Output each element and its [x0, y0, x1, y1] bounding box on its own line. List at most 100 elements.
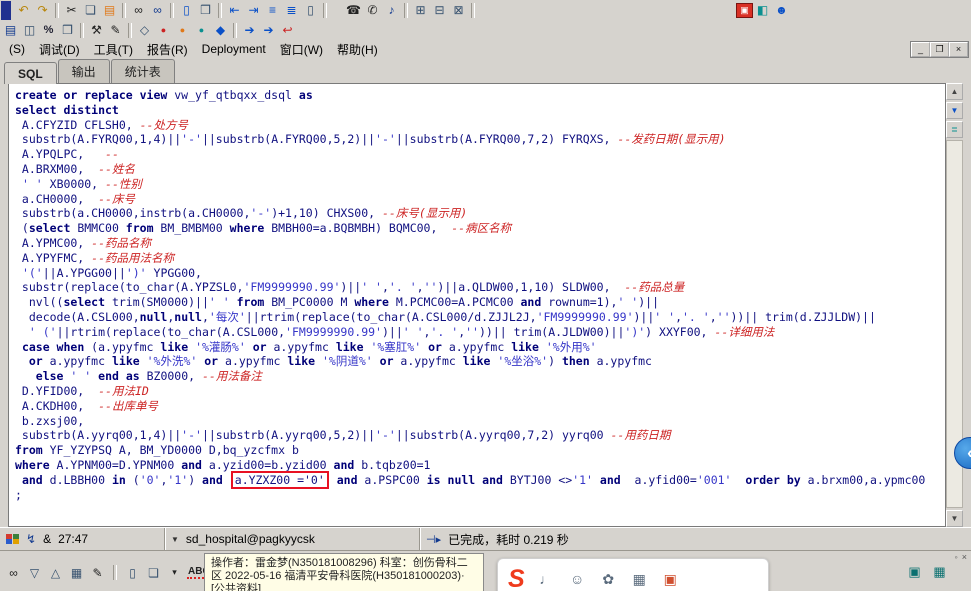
code-line[interactable]: b.zxsj00, [15, 414, 945, 429]
phone-icon[interactable]: ☎ [344, 2, 363, 19]
outdent-icon[interactable]: ⇤ [225, 2, 244, 19]
align-block-icon[interactable]: ≣ [282, 2, 301, 19]
code-line[interactable]: substrb(A.FYRQ00,1,4)||'-'||substrb(A.FY… [15, 132, 945, 147]
dropdown-caret-icon[interactable]: ▾ [166, 564, 183, 581]
red-dot-icon[interactable]: ● [154, 22, 173, 39]
grid-cross-icon[interactable]: ⊠ [449, 2, 468, 19]
menu-item-help[interactable]: 帮助(H) [330, 40, 385, 59]
code-line[interactable]: substrb(a.CH0000,instrb(a.CH0000,'-')+1,… [15, 206, 945, 221]
code-line[interactable]: A.YPMC00, --药品名称 [15, 236, 945, 251]
code-line[interactable]: '('||A.YPGG00||')' YPGG00, [15, 266, 945, 281]
tray-icon-2[interactable]: ▦ [930, 563, 949, 580]
printer-icon[interactable]: ▤ [1, 22, 20, 39]
code-line[interactable]: (select BMMC00 from BM_BMBM00 where BMBH… [15, 221, 945, 236]
tab-statistics[interactable]: 统计表 [110, 59, 175, 83]
scroll-down-button[interactable]: ▼ [946, 510, 963, 527]
tab-output[interactable]: 输出 [57, 59, 110, 83]
skin-icon[interactable]: ✿ [599, 571, 618, 588]
user-icon[interactable]: ☻ [772, 2, 791, 19]
restore-button[interactable]: ❐ [930, 41, 949, 57]
scroll-up-button[interactable]: ▲ [946, 83, 963, 100]
nav-down-icon[interactable]: ▼ [946, 102, 963, 119]
code-line[interactable]: A.YPYFMC, --药品用法名称 [15, 251, 945, 266]
menu-item-session[interactable]: (S) [2, 41, 32, 57]
cut-icon[interactable]: ✂ [62, 2, 81, 19]
code-line[interactable]: or a.ypyfmc like '%外洗%' or a.ypyfmc like… [15, 354, 945, 369]
tab-sql[interactable]: SQL [4, 62, 57, 84]
sogou-logo[interactable]: S [508, 566, 525, 591]
blue-diamond-icon[interactable]: ◆ [211, 22, 230, 39]
code-line[interactable]: and d.LBBH00 in ('0','1') and a.YZXZ00 =… [15, 470, 945, 489]
code-line[interactable]: nvl((select trim(SM0000)||' ' from BM_PC… [15, 295, 945, 310]
doc-copy-icon[interactable]: ❏ [145, 564, 162, 581]
find-icon[interactable]: ∞ [129, 2, 148, 19]
pin-icon[interactable]: ◦ [955, 552, 958, 562]
triangle-up-icon[interactable]: △ [47, 564, 64, 581]
code-line[interactable]: substr(replace(to_char(A.YPZSL0,'FM99999… [15, 280, 945, 295]
toggle-icon[interactable]: ◧ [753, 2, 772, 19]
menu-item-window[interactable]: 窗口(W) [273, 40, 330, 59]
step-arrow-icon[interactable]: ➔ [259, 22, 278, 39]
undo-icon[interactable]: ↶ [14, 2, 33, 19]
code-line[interactable]: case when (a.ypyfmc like '%灌肠%' or a.ypy… [15, 340, 945, 355]
align-left-icon[interactable]: ≡ [263, 2, 282, 19]
rollback-arrow-icon[interactable]: ↩ [278, 22, 297, 39]
menu-item-report[interactable]: 报告(R) [140, 40, 195, 59]
stack-icon[interactable]: ≣ [946, 121, 963, 138]
code-area[interactable]: create or replace view vw_yf_qtbqxx_dsql… [8, 83, 946, 527]
pencil-icon[interactable]: ✎ [106, 22, 125, 39]
export-doc-icon[interactable]: ▯ [177, 2, 196, 19]
indent-icon[interactable]: ⇥ [244, 2, 263, 19]
teal-dot-icon[interactable]: ● [192, 22, 211, 39]
code-line[interactable]: ' ' XB0000, --性别 [15, 177, 945, 192]
face-icon[interactable]: ☺ [568, 571, 587, 588]
grid-view-icon[interactable]: ⊞ [411, 2, 430, 19]
paste-icon[interactable]: ▤ [100, 2, 119, 19]
book-icon[interactable]: ❒ [58, 22, 77, 39]
speaker-icon[interactable]: ♪ [382, 2, 401, 19]
tray-icon-1[interactable]: ▣ [905, 563, 924, 580]
code-line[interactable]: A.YPQLPC, -- [15, 147, 945, 162]
copy-icon[interactable]: ❏ [81, 2, 100, 19]
code-line[interactable]: a.CH0000, --床号 [15, 192, 945, 207]
code-line[interactable]: from YF_YZYPSQ A, BM_YD0000 D,bq_yzcfmx … [15, 443, 945, 458]
callback-icon[interactable]: ✆ [363, 2, 382, 19]
stop-icon[interactable]: ▣ [736, 2, 753, 18]
binoculars-icon[interactable]: ∞ [5, 564, 22, 581]
menu-item-tools[interactable]: 工具(T) [87, 40, 140, 59]
menu-item-debug[interactable]: 调试(D) [32, 40, 87, 59]
edit-pencil-icon[interactable]: ✎ [89, 564, 106, 581]
document-icon[interactable]: ▯ [301, 2, 320, 19]
grid-icon[interactable]: ▦ [68, 564, 85, 581]
voice-icon[interactable]: ♩ [537, 571, 556, 588]
hammer-icon[interactable]: ⚒ [87, 22, 106, 39]
panel-close-icon[interactable]: × [962, 552, 967, 562]
ime-grid-icon[interactable]: ▦ [630, 571, 649, 588]
code-line[interactable]: decode(A.CSL000,null,null,'每次'||rtrim(re… [15, 310, 945, 325]
code-line[interactable]: where A.YPNM00=D.YPNM00 and a.yzid00=b.y… [15, 458, 945, 473]
run-arrow-icon[interactable]: ➔ [240, 22, 259, 39]
minimize-button[interactable]: _ [911, 41, 930, 57]
connection-dropdown-icon[interactable]: ▼ [171, 535, 179, 544]
code-line[interactable]: ' ('||rtrim(replace(to_char(A.CSL000,'FM… [15, 325, 945, 340]
code-line[interactable]: substrb(A.yyrq00,1,4)||'-'||substrb(A.yy… [15, 428, 945, 443]
orange-dot-icon[interactable]: ● [173, 22, 192, 39]
redo-icon[interactable]: ↷ [33, 2, 52, 19]
code-line[interactable]: D.YFID00, --用法ID [15, 384, 945, 399]
triangle-down-icon[interactable]: ▽ [26, 564, 43, 581]
find-next-icon[interactable]: ∞ [148, 2, 167, 19]
code-line[interactable]: A.CKDH00, --出库单号 [15, 399, 945, 414]
diamond-outline-icon[interactable]: ◇ [135, 22, 154, 39]
connection-name[interactable]: sd_hospital@pagkyycsk [186, 532, 315, 546]
grid-minus-icon[interactable]: ⊟ [430, 2, 449, 19]
percent-glasses-icon[interactable]: % [39, 22, 58, 39]
code-line[interactable]: ; [15, 488, 945, 503]
code-line[interactable]: select distinct [15, 103, 945, 118]
code-line[interactable]: else ' ' end as BZ0000, --用法备注 [15, 369, 945, 384]
menu-item-deployment[interactable]: Deployment [195, 41, 273, 57]
close-button[interactable]: × [949, 41, 968, 57]
toolbox-icon[interactable]: ▣ [661, 571, 680, 588]
doc-icon[interactable]: ▯ [124, 564, 141, 581]
save-icon[interactable]: ◫ [20, 22, 39, 39]
code-line[interactable]: A.CFYZID CFLSH0, --处方号 [15, 118, 945, 133]
